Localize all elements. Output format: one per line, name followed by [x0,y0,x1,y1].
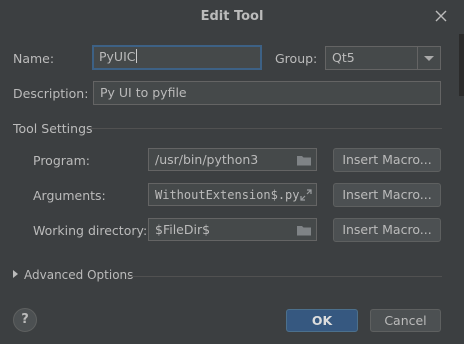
working-directory-insert-macro-button[interactable]: Insert Macro... [333,218,441,242]
cancel-button[interactable]: Cancel [370,309,441,332]
arguments-value: WithoutExtension$.py [155,188,300,202]
advanced-options-label: Advanced Options [24,268,134,282]
program-label: Program: [33,153,90,168]
description-value: Py UI to pyfile [100,85,187,100]
working-directory-label: Working directory: [33,223,148,238]
close-icon[interactable] [434,9,448,23]
group-selected-value: Qt5 [332,50,355,65]
description-input[interactable]: Py UI to pyfile [93,81,441,105]
arguments-label: Arguments: [33,188,106,203]
name-input[interactable]: PyUIC [92,45,262,70]
name-label: Name: [13,51,55,66]
dialog-title: Edit Tool [200,9,264,24]
advanced-options-toggle[interactable]: Advanced Options [13,268,133,282]
ok-button[interactable]: OK [286,309,358,332]
folder-icon[interactable] [296,223,312,237]
arguments-input[interactable]: WithoutExtension$.py [148,183,317,206]
arguments-insert-macro-button[interactable]: Insert Macro... [333,183,441,207]
window-edge [459,34,464,96]
title-bar: Edit Tool [0,0,464,34]
group-select[interactable]: Qt5 [325,46,441,70]
text-caret [135,49,137,63]
tool-settings-title: Tool Settings [13,121,93,136]
chevron-down-icon[interactable] [417,47,440,69]
program-value: /usr/bin/python3 [155,152,259,167]
help-button[interactable]: ? [13,308,37,332]
expand-icon[interactable] [300,189,312,201]
advanced-divider [126,276,442,277]
edit-tool-dialog: Edit Tool Name: PyUIC Group: Qt5 Descrip… [0,0,464,344]
program-input[interactable]: /usr/bin/python3 [148,148,317,171]
description-label: Description: [13,86,89,101]
program-insert-macro-button[interactable]: Insert Macro... [333,148,441,172]
name-value: PyUIC [99,49,136,64]
section-divider [90,128,442,129]
group-label: Group: [275,51,318,66]
working-directory-value: $FileDir$ [155,222,211,237]
folder-icon[interactable] [296,153,312,167]
working-directory-input[interactable]: $FileDir$ [148,218,317,241]
chevron-right-icon [13,270,18,278]
